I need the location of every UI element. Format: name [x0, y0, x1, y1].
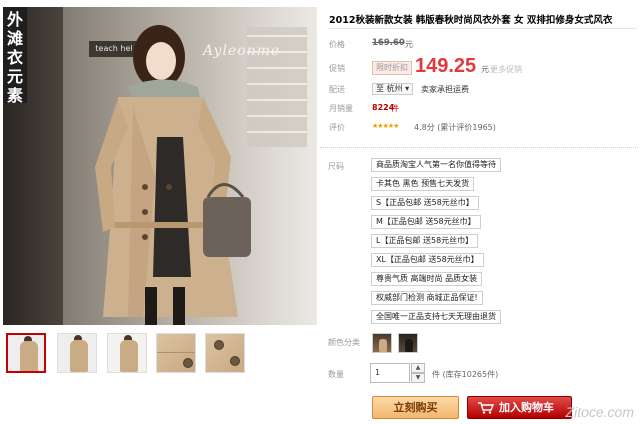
thumbnail-coat: [20, 341, 38, 371]
size-option[interactable]: M【正品包邮 送58元丝巾】: [371, 215, 481, 229]
add-to-cart-label: 加入购物车: [499, 401, 554, 414]
rating-stars-icon: ★★★★★: [372, 122, 399, 130]
thumbnail-button: [230, 356, 240, 366]
rating-summary-link[interactable]: 4.8分 (累计评价1965): [414, 122, 496, 133]
thumbnail-button-closeup[interactable]: [205, 333, 245, 373]
promo-price-unit: 元: [481, 65, 489, 74]
size-option[interactable]: 权威部门检测 商城正品保证!: [371, 291, 483, 305]
thumbnail-model-front[interactable]: [6, 333, 46, 373]
model-figure: [95, 25, 251, 325]
color-swatch[interactable]: [398, 333, 418, 353]
more-promotions-link[interactable]: 更多促销: [490, 64, 522, 75]
size-option[interactable]: 尊贵气质 高端时尚 品质女装: [371, 272, 483, 286]
swatch-coat: [379, 339, 387, 352]
quantity-increase-button[interactable]: ▲: [411, 363, 425, 373]
quantity-decrease-button[interactable]: ▼: [411, 373, 425, 383]
quantity-input[interactable]: 1: [370, 363, 410, 383]
size-option[interactable]: 全国唯一正品支持七天无理由退货: [371, 310, 501, 324]
buy-now-button[interactable]: 立刻购买: [372, 396, 459, 419]
title-divider: [329, 28, 637, 29]
size-option[interactable]: XL【正品包邮 送58元丝巾】: [371, 253, 484, 267]
site-watermark: Zitoce.com: [565, 404, 634, 420]
price-label: 价格: [329, 40, 345, 49]
stock-info: 件 (库存10265件): [432, 370, 499, 379]
size-label: 尺码: [328, 162, 344, 171]
color-swatch[interactable]: [372, 333, 392, 353]
thumbnail-fabric-closeup[interactable]: [156, 333, 196, 373]
sku-panel: 尺码 商品质淘宝人气第一名你值得等待 卡其色 黑色 预售七天发货 S【正品包邮 …: [320, 147, 638, 397]
brand-banner: 外 滩 衣 元 素: [3, 7, 27, 105]
product-title: 2012秋装新款女装 韩版春秋时尚风衣外套 女 双排扣修身女式风衣: [329, 15, 613, 26]
thumbnail-coat: [70, 340, 88, 372]
shipping-note: 卖家承担运费: [421, 85, 469, 94]
color-label: 颜色分类: [328, 338, 360, 347]
thumbnail-strip: [3, 333, 317, 373]
add-to-cart-button[interactable]: 加入购物车: [467, 396, 572, 419]
promo-price: 149.25: [415, 55, 477, 77]
delivery-label: 配送: [329, 85, 345, 94]
ship-location-select[interactable]: 至 杭州 ▾: [372, 83, 414, 95]
size-option[interactable]: 商品质淘宝人气第一名你值得等待: [371, 158, 501, 172]
brand-char: 外: [6, 10, 23, 29]
brand-char: 素: [6, 86, 23, 105]
brand-char: 滩: [6, 29, 23, 48]
thumbnail-coat: [120, 340, 138, 372]
thumbnail-model-side[interactable]: [57, 333, 97, 373]
rating-label: 评价: [329, 123, 345, 132]
main-product-image[interactable]: teach hel Ayleonme 外 滩 衣 元 素: [3, 7, 317, 325]
brand-char: 衣: [6, 48, 23, 67]
original-price-unit: 元: [405, 40, 413, 49]
promo-tag: 限时折扣: [372, 61, 412, 75]
thumbnail-model-back[interactable]: [107, 333, 147, 373]
original-price: 169.60: [372, 38, 405, 48]
promo-label: 促销: [329, 64, 345, 73]
thumbnail-seam: [157, 352, 195, 353]
thumbnail-button: [214, 340, 224, 350]
size-option[interactable]: 卡其色 黑色 预售七天发货: [371, 177, 475, 191]
brand-char: 元: [6, 67, 23, 86]
quantity-label: 数量: [328, 370, 344, 379]
size-option[interactable]: S【正品包邮 送58元丝巾】: [371, 196, 479, 210]
monthly-sales-unit: 件: [391, 104, 399, 113]
thumbnail-button: [183, 358, 193, 368]
swatch-coat: [405, 339, 413, 352]
sales-label: 月销量: [329, 104, 353, 113]
size-option[interactable]: L【正品包邮 送58元丝巾】: [371, 234, 479, 248]
shopping-cart-icon: [478, 402, 494, 414]
